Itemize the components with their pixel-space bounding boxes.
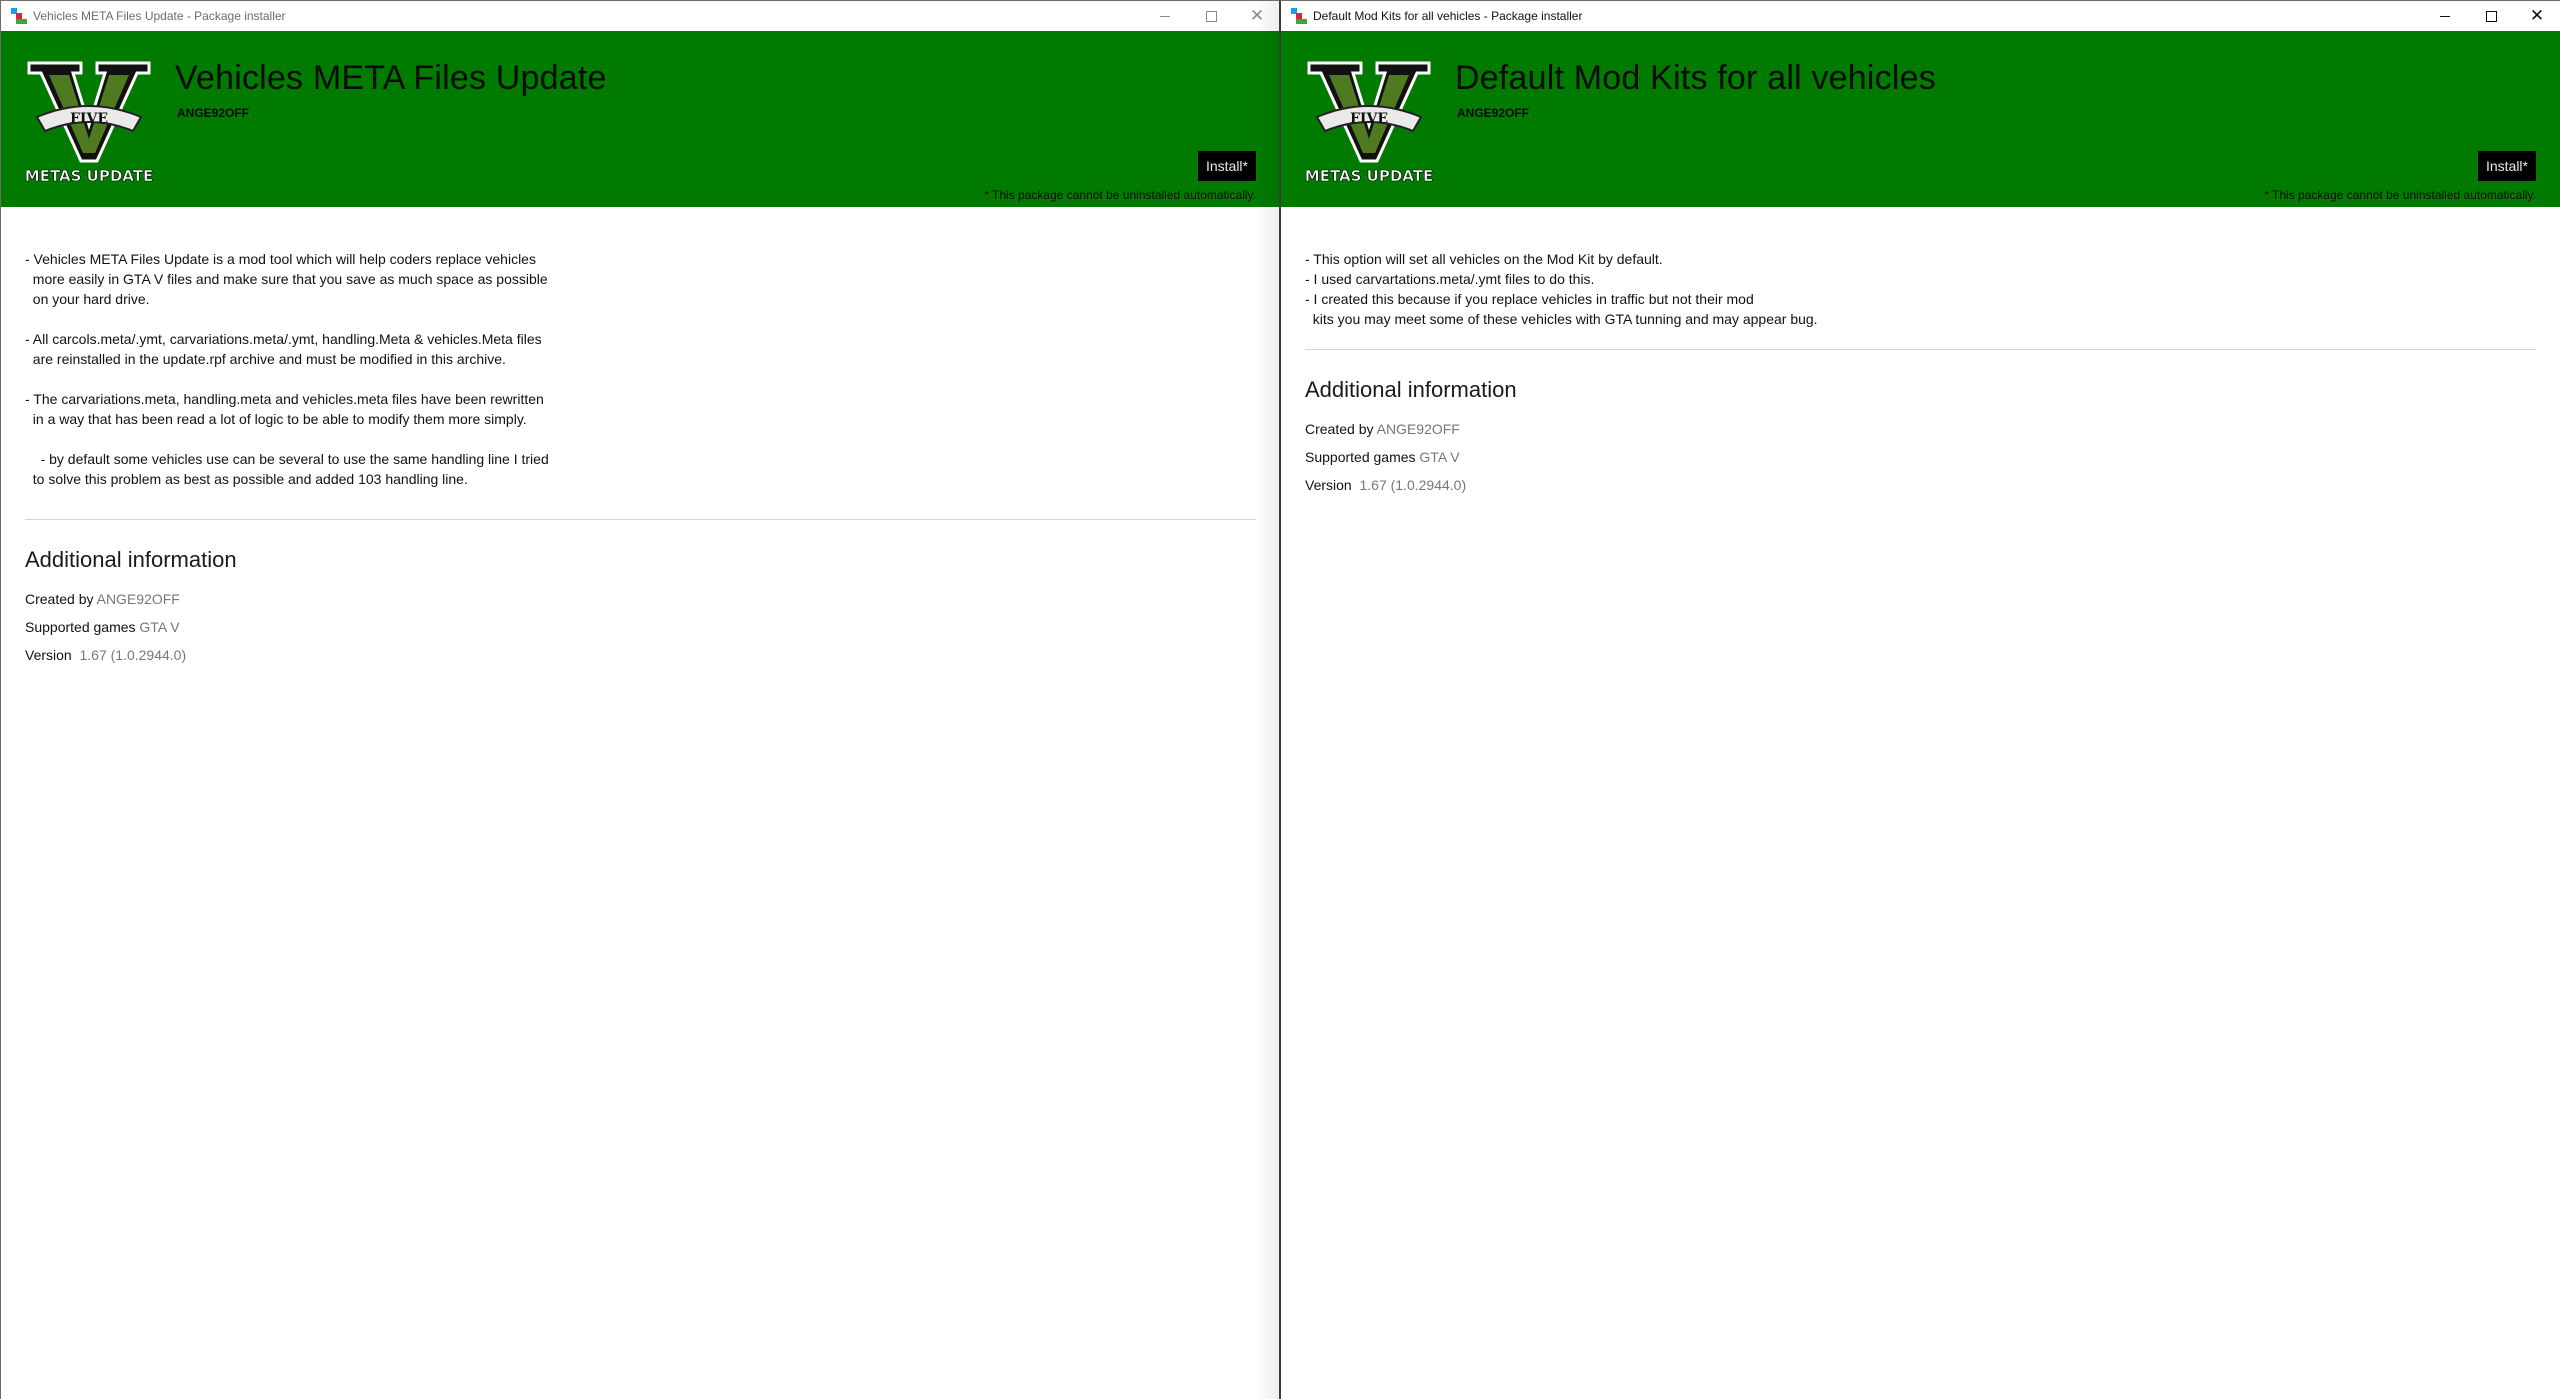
info-created-by: Created by ANGE92OFF <box>25 591 1256 607</box>
close-button[interactable]: ✕ <box>1234 1 1280 31</box>
close-icon: ✕ <box>2529 6 2545 25</box>
svg-text:FIVE: FIVE <box>1350 111 1388 127</box>
package-author: ANGE92OFF <box>1457 106 1530 120</box>
info-label: Created by <box>1305 421 1374 437</box>
package-title: Default Mod Kits for all vehicles <box>1455 59 1936 97</box>
description-paragraph: - All carcols.meta/.ymt, carvariations.m… <box>25 331 542 367</box>
section-divider <box>1305 349 2536 350</box>
info-supported-games: Supported games GTA V <box>1305 449 2536 465</box>
window-title: Vehicles META Files Update - Package ins… <box>33 9 286 23</box>
minimize-button[interactable] <box>2422 1 2468 31</box>
gta-five-metas-update-logo: FIVE METAS UPDATE <box>1305 61 1433 185</box>
info-version: Version 1.67 (1.0.2944.0) <box>25 647 1256 663</box>
title-bar[interactable]: Default Mod Kits for all vehicles - Pack… <box>1281 1 2560 31</box>
maximize-button[interactable] <box>1188 1 1234 31</box>
close-icon: ✕ <box>1249 6 1265 25</box>
package-installer-window-vehicles-meta: Vehicles META Files Update - Package ins… <box>0 0 1280 1399</box>
package-installer-window-default-mod-kits: Default Mod Kits for all vehicles - Pack… <box>1279 0 2560 1399</box>
info-supported-games: Supported games GTA V <box>25 619 1256 635</box>
package-installer-app-icon <box>1291 8 1307 24</box>
section-divider <box>25 519 1256 520</box>
package-description: - Vehicles META Files Update is a mod to… <box>25 249 1256 489</box>
additional-info-heading: Additional information <box>1305 377 1517 402</box>
description-paragraph: - by default some vehicles use can be se… <box>32 451 549 487</box>
info-value: GTA V <box>139 619 180 635</box>
info-label: Supported games <box>1305 449 1416 465</box>
info-value: 1.67 (1.0.2944.0) <box>1359 477 1467 493</box>
description-line: - I used carvartations.meta/.ymt files t… <box>1305 271 1595 287</box>
info-label: Supported games <box>25 619 136 635</box>
info-label: Version <box>1305 477 1352 493</box>
description-line: - This option will set all vehicles on t… <box>1305 251 1663 267</box>
install-button[interactable]: Install* <box>1197 151 1256 181</box>
package-title: Vehicles META Files Update <box>175 59 607 97</box>
window-title: Default Mod Kits for all vehicles - Pack… <box>1313 9 1583 23</box>
info-label: Created by <box>25 591 94 607</box>
title-bar[interactable]: Vehicles META Files Update - Package ins… <box>1 1 1280 31</box>
uninstall-note: * This package cannot be uninstalled aut… <box>984 188 1256 202</box>
minimize-button[interactable] <box>1142 1 1188 31</box>
gta-five-metas-update-logo: FIVE METAS UPDATE <box>25 61 153 185</box>
svg-text:METAS UPDATE: METAS UPDATE <box>1305 167 1433 185</box>
uninstall-note: * This package cannot be uninstalled aut… <box>2264 188 2536 202</box>
additional-info-heading: Additional information <box>25 547 237 572</box>
info-value: ANGE92OFF <box>1376 421 1460 437</box>
svg-text:METAS UPDATE: METAS UPDATE <box>25 167 153 185</box>
maximize-button[interactable] <box>2468 1 2514 31</box>
svg-text:FIVE: FIVE <box>70 111 108 127</box>
description-line: - I created this because if you replace … <box>1305 291 1818 327</box>
info-value: GTA V <box>1419 449 1460 465</box>
package-header: FIVE METAS UPDATE Default Mod Kits for a… <box>1281 31 2560 207</box>
package-author: ANGE92OFF <box>177 106 250 120</box>
info-version: Version 1.67 (1.0.2944.0) <box>1305 477 2536 493</box>
package-installer-app-icon <box>11 8 27 24</box>
package-content: - This option will set all vehicles on t… <box>1281 249 2560 493</box>
install-button[interactable]: Install* <box>2477 151 2536 181</box>
package-content: - Vehicles META Files Update is a mod to… <box>1 249 1280 663</box>
info-created-by: Created by ANGE92OFF <box>1305 421 2536 437</box>
info-value: ANGE92OFF <box>96 591 180 607</box>
description-paragraph: - The carvariations.meta, handling.meta … <box>25 391 544 427</box>
info-value: 1.67 (1.0.2944.0) <box>79 647 187 663</box>
info-label: Version <box>25 647 72 663</box>
package-header: FIVE METAS UPDATE Vehicles META Files Up… <box>1 31 1280 207</box>
package-description: - This option will set all vehicles on t… <box>1305 249 2536 329</box>
close-button[interactable]: ✕ <box>2514 1 2560 31</box>
description-paragraph: - Vehicles META Files Update is a mod to… <box>25 251 548 307</box>
